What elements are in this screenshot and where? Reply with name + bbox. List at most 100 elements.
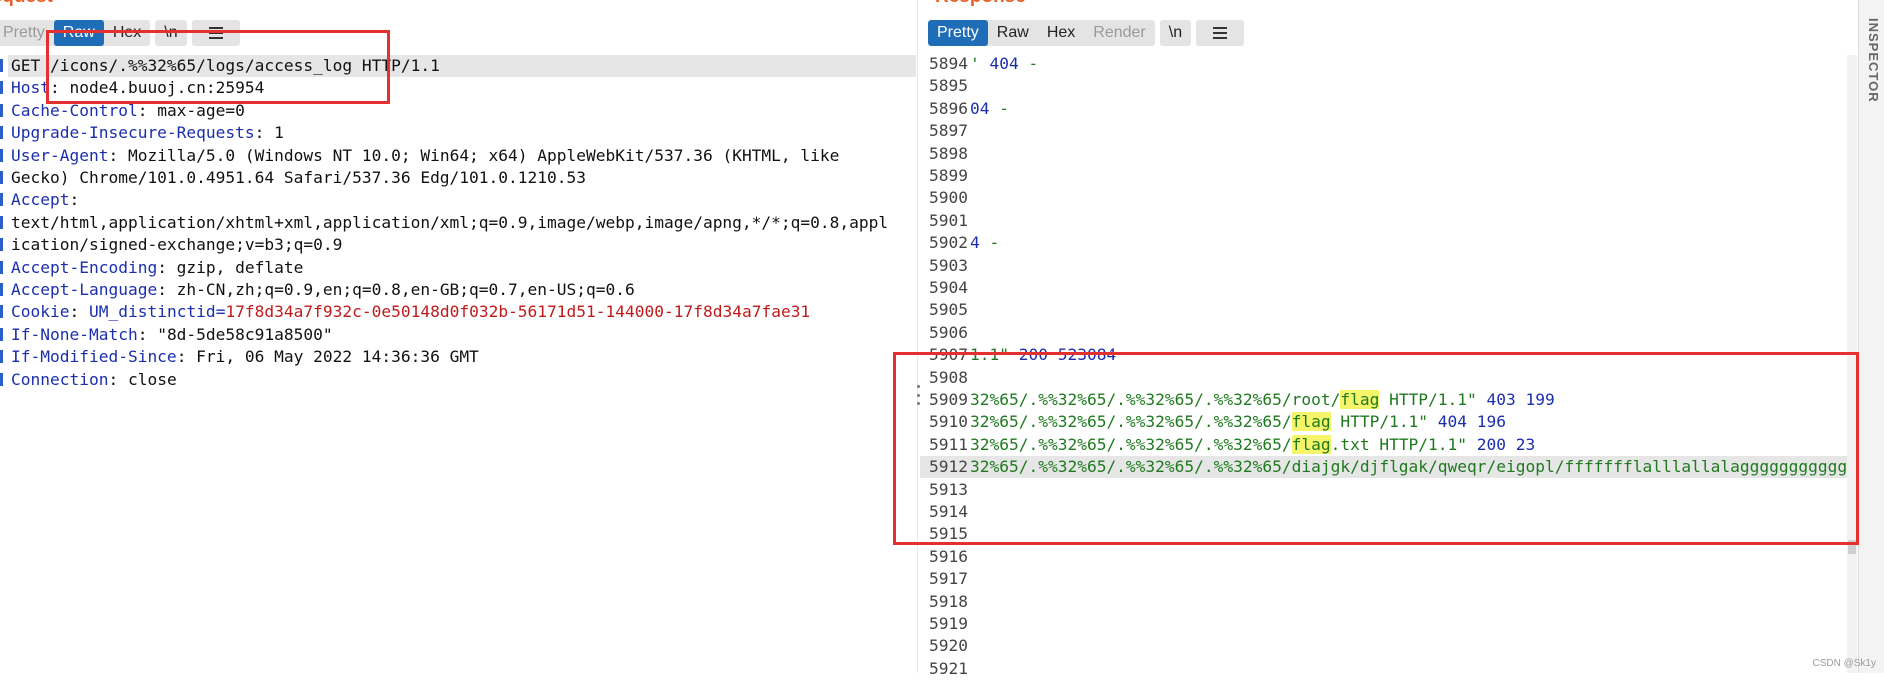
response-line: 5916 — [920, 546, 1850, 568]
line-number: 5916 — [929, 546, 968, 566]
request-editor[interactable]: GET /icons/.%%32%65/logs/access_log HTTP… — [0, 55, 916, 673]
response-line: 5898 — [920, 143, 1850, 165]
header-name: Host — [11, 78, 50, 98]
gutter-marker — [0, 327, 3, 341]
response-toolbar: Pretty Raw Hex Render \n — [928, 20, 1245, 46]
request-line: If-None-Match: "8d-5de58c91a8500" — [11, 324, 333, 346]
gutter-marker — [0, 103, 3, 117]
request-line: Accept-Language: zh-CN,zh;q=0.9,en;q=0.8… — [11, 279, 635, 301]
gutter-marker — [0, 81, 3, 95]
tab-raw[interactable]: Raw — [988, 20, 1038, 46]
header-value: : 1 — [254, 123, 284, 143]
line-number: 5895 — [929, 76, 968, 96]
header-name: Accept-Language — [11, 280, 158, 299]
response-pane-title: Response — [935, 0, 1026, 8]
header-separator: : — [69, 302, 89, 322]
request-line: Gecko) Chrome/101.0.4951.64 Safari/537.3… — [11, 167, 586, 189]
newline-toggle-button[interactable]: \n — [1159, 20, 1192, 46]
pane-divider — [917, 0, 918, 673]
response-line: 5903 — [920, 255, 1850, 277]
gutter-marker — [0, 372, 3, 386]
response-text: - — [989, 98, 1009, 118]
header-value: : — [69, 190, 80, 210]
inspector-label: INSPECTOR — [1866, 18, 1881, 103]
response-text: - — [1018, 54, 1039, 73]
response-line: 5902 4 - — [920, 232, 1850, 254]
response-line: 5904 — [920, 277, 1850, 299]
line-number: 5896 — [929, 98, 968, 118]
line-number: 5903 — [929, 255, 968, 275]
tab-render[interactable]: Render — [1084, 20, 1154, 46]
header-name: Cookie — [11, 302, 70, 322]
header-value: : zh-CN,zh;q=0.9,en;q=0.8,en-GB;q=0.7,en… — [157, 280, 635, 299]
line-number: 5894 — [929, 54, 968, 73]
line-number: 5917 — [929, 569, 968, 589]
menu-icon[interactable] — [1196, 20, 1245, 46]
response-text: 404 — [989, 54, 1019, 73]
line-number: 5919 — [929, 614, 968, 633]
header-name: If-None-Match — [11, 324, 138, 344]
annotation-box-response — [893, 352, 1859, 545]
header-value: : Mozilla/5.0 (Windows NT 10.0; Win64; x… — [108, 145, 840, 165]
header-name: Accept-Encoding — [11, 257, 158, 277]
line-number: 5902 — [929, 233, 968, 253]
response-line: 5897 — [920, 120, 1850, 142]
request-line: User-Agent: Mozilla/5.0 (Windows NT 10.0… — [11, 145, 839, 167]
header-name: Accept — [11, 190, 70, 210]
line-number: 5900 — [929, 188, 968, 208]
response-line: 5918 — [920, 591, 1850, 613]
tab-pretty[interactable]: Pretty — [928, 20, 988, 46]
gutter-marker — [0, 260, 3, 274]
line-number: 5899 — [929, 166, 968, 185]
header-name: Upgrade-Insecure-Requests — [11, 123, 255, 143]
header-name: If-Modified-Since — [11, 347, 177, 367]
request-line-text: text/html,application/xhtml+xml,applicat… — [11, 212, 889, 232]
response-text: - — [979, 233, 1000, 253]
request-line: ication/signed-exchange;v=b3;q=0.9 — [11, 234, 342, 256]
line-number: 5904 — [929, 278, 968, 297]
gutter-marker — [0, 148, 3, 162]
response-line: 5899 — [920, 165, 1850, 187]
gutter-marker — [0, 171, 3, 184]
line-number: 5921 — [929, 658, 968, 678]
response-line: 5906 — [920, 322, 1850, 344]
response-line: 5900 — [920, 187, 1850, 209]
request-line: Accept: — [11, 189, 79, 211]
header-name: User-Agent — [11, 145, 109, 165]
request-line: If-Modified-Since: Fri, 06 May 2022 14:3… — [11, 346, 479, 368]
request-line-text: Gecko) Chrome/101.0.4951.64 Safari/537.3… — [11, 168, 586, 187]
header-value: : gzip, deflate — [157, 257, 304, 277]
gutter-marker — [0, 126, 3, 140]
response-line: 5919 — [920, 613, 1850, 635]
request-line: Connection: close — [11, 369, 177, 391]
response-text: ' — [970, 54, 990, 73]
request-pane-title: Request — [0, 0, 53, 8]
line-number: 5918 — [929, 591, 968, 611]
gutter-marker — [0, 238, 3, 252]
cookie-value: 17f8d34a7f932c-0e50148d0f032b-56171d51-1… — [225, 302, 811, 322]
cookie-equals: = — [215, 302, 226, 322]
response-line: 5896 04 - — [920, 98, 1850, 120]
response-line: 5901 — [920, 210, 1850, 232]
gutter-marker — [0, 215, 3, 229]
line-number: 5906 — [929, 322, 968, 342]
response-line: 5917 — [920, 568, 1850, 590]
header-value: : close — [108, 369, 177, 389]
tab-hex[interactable]: Hex — [1038, 20, 1084, 46]
response-line: 5920 — [920, 635, 1850, 657]
annotation-box-request — [46, 30, 390, 104]
line-number: 5920 — [929, 636, 968, 656]
request-line: Upgrade-Insecure-Requests: 1 — [11, 122, 284, 144]
request-line: text/html,application/xhtml+xml,applicat… — [11, 212, 888, 234]
gutter-marker — [0, 350, 3, 364]
response-line: 5895 — [920, 75, 1850, 97]
response-text: 04 — [970, 98, 990, 118]
response-text: 4 — [970, 233, 980, 253]
header-value: : Fri, 06 May 2022 14:36:36 GMT — [176, 347, 479, 367]
line-number: 5901 — [929, 210, 968, 230]
response-line: 5921 — [920, 658, 1850, 680]
response-view-tabs: Pretty Raw Hex Render — [928, 20, 1155, 46]
request-line: Cookie: UM_distinctid=17f8d34a7f932c-0e5… — [11, 301, 810, 323]
request-line: Accept-Encoding: gzip, deflate — [11, 257, 303, 279]
request-line-text: ication/signed-exchange;v=b3;q=0.9 — [11, 235, 343, 255]
